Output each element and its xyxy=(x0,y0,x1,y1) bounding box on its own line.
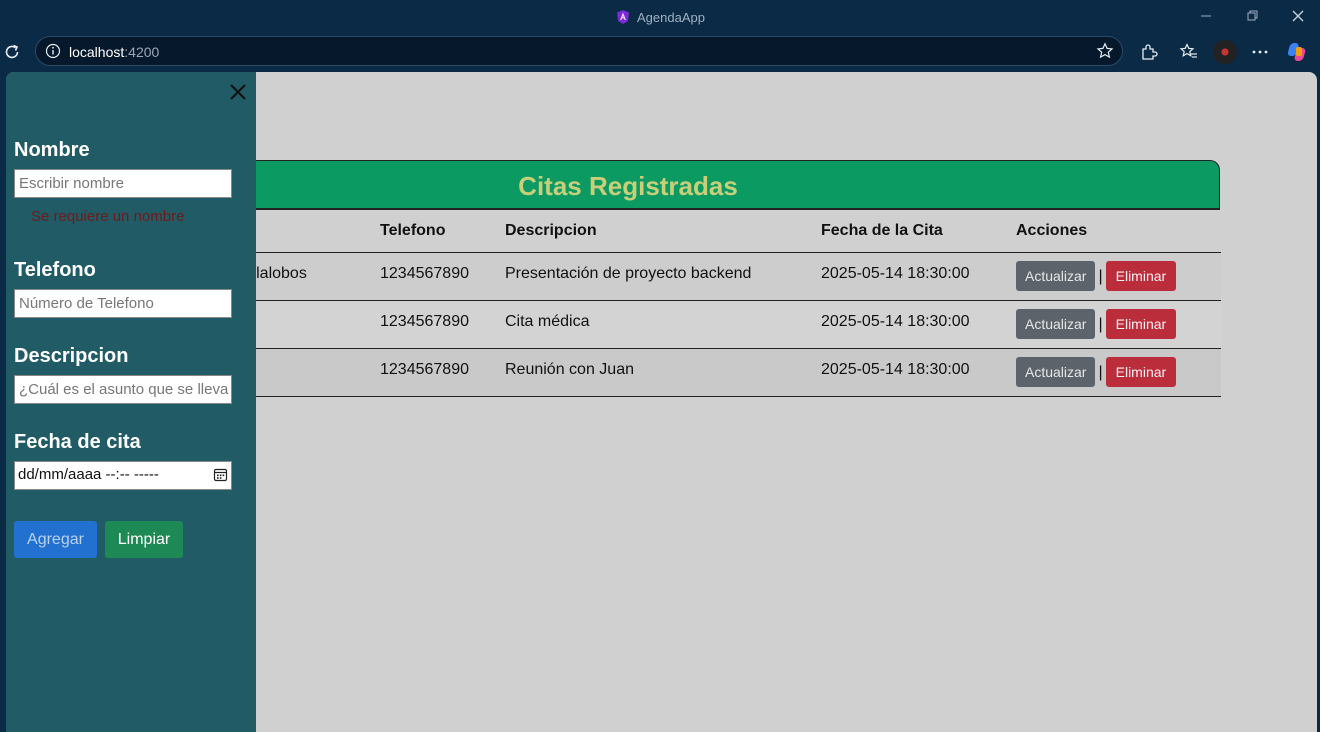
fecha-value: dd/mm/aaaa --:-- ----- xyxy=(18,466,159,483)
browser-toolbar: localhost:4200 xyxy=(0,34,1320,72)
calendar-icon[interactable] xyxy=(213,467,228,486)
cell-acciones: Actualizar | Eliminar xyxy=(1015,252,1221,300)
cell-descripcion: Cita médica xyxy=(505,312,590,330)
telefono-input[interactable]: Número de Telefono xyxy=(14,289,232,318)
cell-acciones: Actualizar | Eliminar xyxy=(1015,300,1221,348)
site-info-icon[interactable] xyxy=(45,43,61,64)
action-separator: | xyxy=(1098,363,1103,381)
cell-telefono: 1234567890 xyxy=(380,312,469,330)
angular-logo-icon xyxy=(615,9,631,28)
url-port: :4200 xyxy=(124,44,160,60)
cell-descripcion: Presentación de proyecto backend xyxy=(505,264,752,282)
cell-acciones: Actualizar | Eliminar xyxy=(1015,348,1221,396)
add-button[interactable]: Agregar xyxy=(14,521,97,558)
col-header-acciones: Acciones xyxy=(1015,210,1221,253)
action-separator: | xyxy=(1098,267,1103,285)
url-text[interactable]: localhost:4200 xyxy=(69,44,159,60)
copilot-icon[interactable] xyxy=(1287,41,1310,63)
extensions-icon[interactable] xyxy=(1139,42,1161,64)
delete-button[interactable]: Eliminar xyxy=(1105,356,1177,387)
window-title: AgendaApp xyxy=(0,9,1320,28)
update-button[interactable]: Actualizar xyxy=(1016,308,1096,339)
reload-icon[interactable] xyxy=(2,42,22,62)
favorites-icon[interactable] xyxy=(1179,42,1201,64)
address-bar[interactable]: localhost:4200 xyxy=(35,36,1123,66)
close-sidebar-icon[interactable] xyxy=(228,82,248,102)
col-header-fecha: Fecha de la Cita xyxy=(820,210,1015,253)
nombre-label: Nombre xyxy=(14,139,90,161)
action-separator: | xyxy=(1098,315,1103,333)
cell-descripcion: Reunión con Juan xyxy=(505,360,634,378)
col-header-telefono: Telefono xyxy=(379,210,504,253)
cell-telefono: 1234567890 xyxy=(380,264,469,282)
more-menu-icon[interactable] xyxy=(1250,42,1272,64)
window-titlebar: AgendaApp xyxy=(0,0,1320,34)
form-sidebar: Nombre Escribir nombre Se requiere un no… xyxy=(6,72,256,732)
favorite-star-icon[interactable] xyxy=(1096,42,1114,65)
window-title-text: AgendaApp xyxy=(637,10,705,25)
descripcion-label: Descripcion xyxy=(14,345,129,367)
delete-button[interactable]: Eliminar xyxy=(1105,260,1177,291)
close-window-icon[interactable] xyxy=(1283,5,1313,27)
descripcion-input[interactable]: ¿Cuál es el asunto que se lleva xyxy=(14,375,232,404)
fecha-input[interactable]: dd/mm/aaaa --:-- ----- xyxy=(14,461,232,490)
minimize-icon[interactable] xyxy=(1191,5,1221,27)
url-host: localhost xyxy=(69,44,125,60)
fecha-label: Fecha de cita xyxy=(14,431,141,453)
col-header-descripcion: Descripcion xyxy=(504,210,820,253)
telefono-label: Telefono xyxy=(14,259,96,281)
clear-button[interactable]: Limpiar xyxy=(105,521,183,558)
update-button[interactable]: Actualizar xyxy=(1016,260,1096,291)
profile-avatar[interactable] xyxy=(1213,40,1237,64)
nombre-error: Se requiere un nombre xyxy=(31,208,185,225)
cell-fecha: 2025-05-14 18:30:00 xyxy=(821,312,970,330)
cell-fecha: 2025-05-14 18:30:00 xyxy=(821,360,970,378)
delete-button[interactable]: Eliminar xyxy=(1105,308,1177,339)
cell-telefono: 1234567890 xyxy=(380,360,469,378)
nombre-input[interactable]: Escribir nombre xyxy=(14,169,232,198)
update-button[interactable]: Actualizar xyxy=(1016,356,1096,387)
restore-icon[interactable] xyxy=(1237,5,1267,27)
cell-fecha: 2025-05-14 18:30:00 xyxy=(821,264,970,282)
